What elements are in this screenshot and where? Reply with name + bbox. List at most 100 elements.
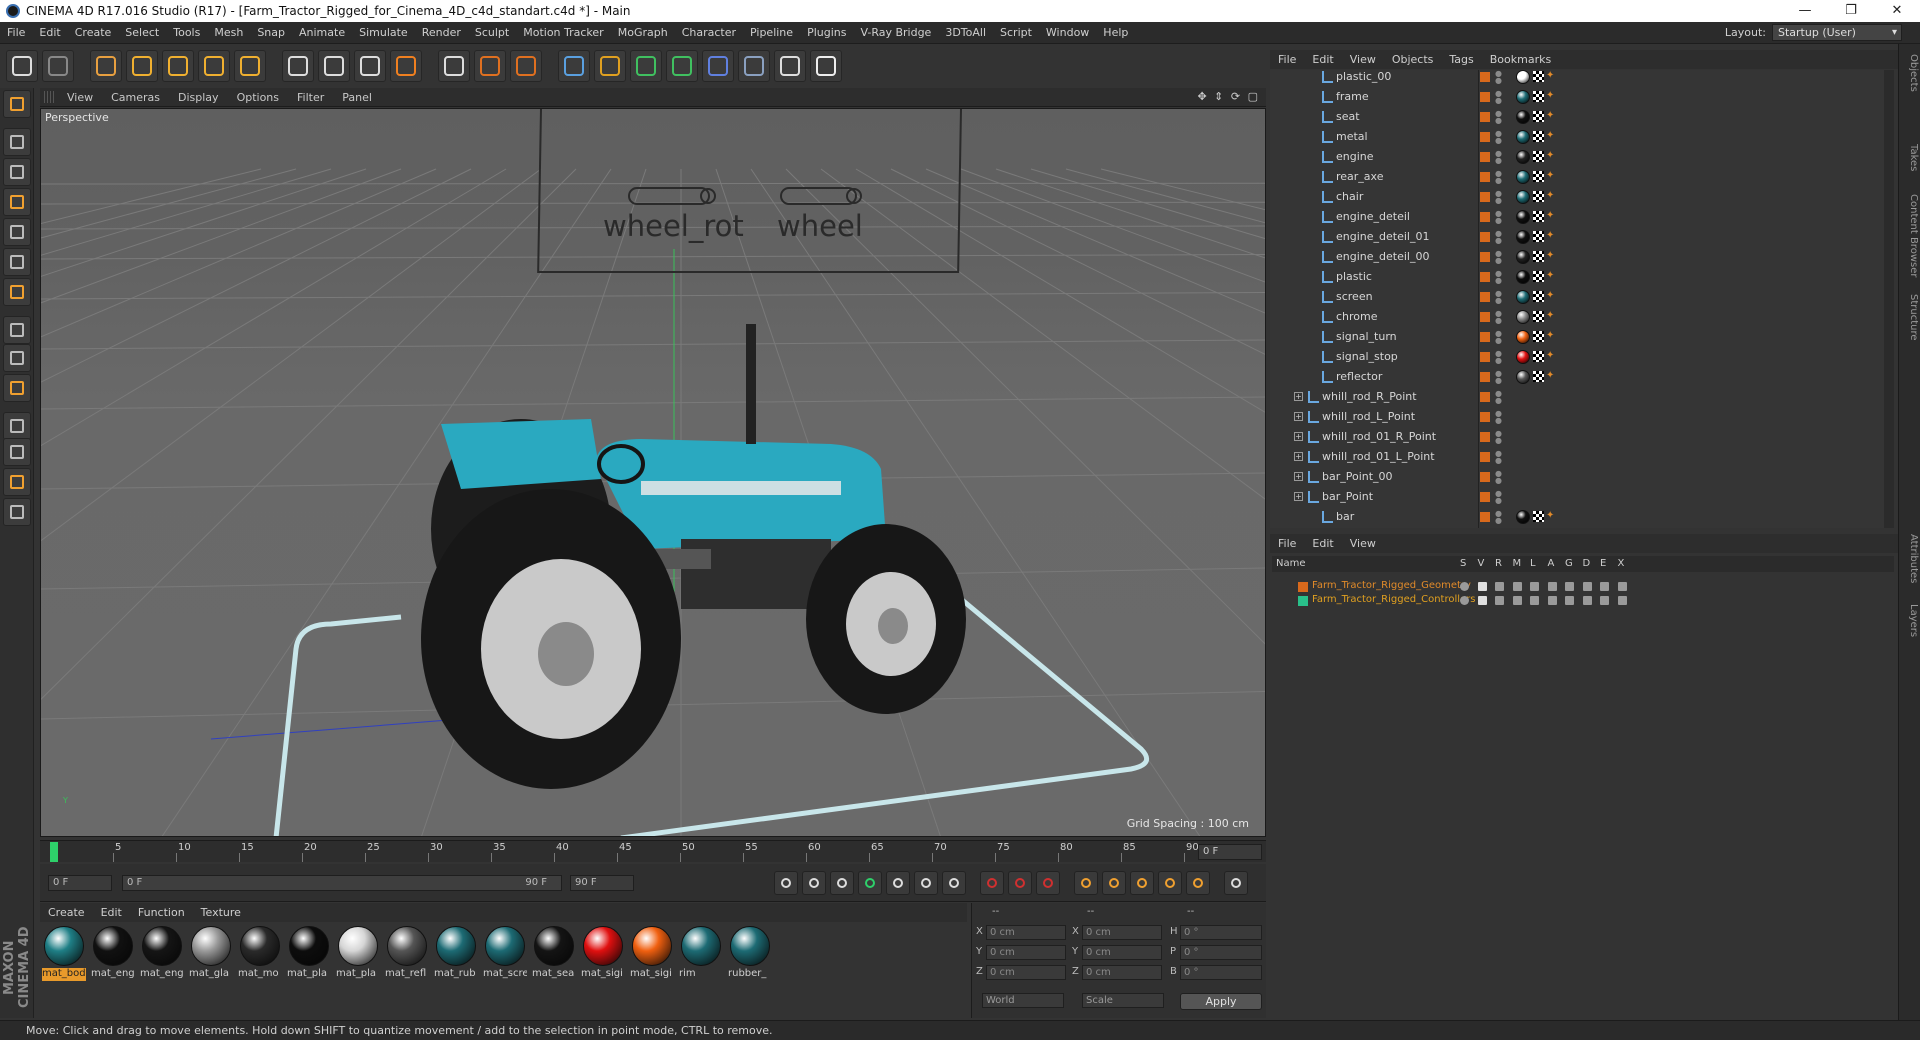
- visibility-dots-icon[interactable]: ● ●: [1495, 270, 1502, 285]
- object-manager-list[interactable]: plastic_00 ● ● ✦ frame ● ● ✦ seat ● ● ✦ metal ● ● ✦…: [1270, 70, 1884, 528]
- visibility-dots-icon[interactable]: ● ●: [1495, 150, 1502, 165]
- timeline-window-button[interactable]: [1224, 871, 1248, 895]
- layer-flag-icon[interactable]: [1460, 596, 1469, 605]
- close-button[interactable]: ✕: [1874, 0, 1920, 22]
- phong-tag-icon[interactable]: ✦: [1546, 250, 1556, 262]
- object-menu-bookmarks[interactable]: Bookmarks: [1482, 53, 1559, 66]
- visibility-dots-icon[interactable]: ● ●: [1495, 450, 1502, 465]
- object-row[interactable]: + bar_Point_00 ● ●: [1270, 467, 1884, 487]
- layer-color-swatch[interactable]: [1480, 492, 1490, 502]
- layer-flag-icon[interactable]: [1582, 596, 1592, 605]
- visibility-dots-icon[interactable]: ● ●: [1495, 290, 1502, 305]
- layer-color-swatch[interactable]: [1480, 252, 1490, 262]
- phong-tag-icon[interactable]: ✦: [1546, 150, 1556, 162]
- material-swatch[interactable]: mat_pla: [336, 926, 380, 986]
- texture-tag-icon[interactable]: [1533, 171, 1544, 182]
- scale-button[interactable]: [162, 50, 194, 82]
- python-button[interactable]: [3, 498, 31, 526]
- expand-toggle-icon[interactable]: +: [1294, 412, 1303, 421]
- material-menu-create[interactable]: Create: [40, 906, 93, 919]
- go-to-end-button[interactable]: [942, 871, 966, 895]
- phong-tag-icon[interactable]: ✦: [1546, 270, 1556, 282]
- panel-grip[interactable]: [44, 91, 54, 103]
- texture-tag-icon[interactable]: [1533, 131, 1544, 142]
- make-editable-button[interactable]: [3, 90, 31, 118]
- material-swatch[interactable]: mat_sea: [532, 926, 576, 986]
- visibility-dots-icon[interactable]: ● ●: [1495, 390, 1502, 405]
- visibility-dots-icon[interactable]: ● ●: [1495, 190, 1502, 205]
- object-row[interactable]: screen ● ● ✦: [1270, 287, 1884, 307]
- object-row[interactable]: metal ● ● ✦: [1270, 127, 1884, 147]
- menu-file[interactable]: File: [0, 22, 32, 44]
- visibility-dots-icon[interactable]: ● ●: [1495, 430, 1502, 445]
- size-mode-select[interactable]: Scale: [1082, 993, 1164, 1008]
- deformer-button[interactable]: [702, 50, 734, 82]
- object-row[interactable]: + whill_rod_L_Point ● ●: [1270, 407, 1884, 427]
- material-tag-icon[interactable]: [1516, 510, 1530, 524]
- object-scrollbar[interactable]: [1884, 70, 1894, 528]
- object-row[interactable]: engine_deteil_01 ● ● ✦: [1270, 227, 1884, 247]
- viewport-menu-options[interactable]: Options: [228, 91, 288, 104]
- column-divider[interactable]: [1478, 70, 1479, 528]
- menu-mograph[interactable]: MoGraph: [611, 22, 675, 44]
- material-swatch[interactable]: rubber_: [728, 926, 772, 986]
- layer-color-swatch[interactable]: [1480, 432, 1490, 442]
- start-frame-field[interactable]: 0 F: [48, 875, 112, 891]
- coord-value-field[interactable]: 0 °: [1180, 925, 1262, 940]
- layer-flag-icon[interactable]: [1600, 596, 1609, 605]
- layer-color-swatch[interactable]: [1480, 312, 1490, 322]
- layer-column-d[interactable]: D: [1583, 558, 1591, 569]
- visibility-dots-icon[interactable]: ● ●: [1495, 470, 1502, 485]
- coord-value-field[interactable]: 0 cm: [1082, 925, 1162, 940]
- timeline-ruler[interactable]: 051015202530354045505560657075808590 0 F: [40, 840, 1266, 862]
- material-tag-icon[interactable]: [1516, 170, 1530, 184]
- layer-color-swatch[interactable]: [1480, 472, 1490, 482]
- playhead[interactable]: [50, 842, 58, 862]
- snap-button[interactable]: [3, 374, 31, 402]
- layer-color-swatch[interactable]: [1298, 596, 1308, 606]
- phong-tag-icon[interactable]: ✦: [1546, 90, 1556, 102]
- render-settings-button[interactable]: [510, 50, 542, 82]
- minimize-button[interactable]: —: [1782, 0, 1828, 22]
- viewport-menu-filter[interactable]: Filter: [288, 91, 333, 104]
- object-row[interactable]: rear_axe ● ● ✦: [1270, 167, 1884, 187]
- layer-color-swatch[interactable]: [1298, 582, 1308, 592]
- viewport-menu-cameras[interactable]: Cameras: [102, 91, 169, 104]
- layer-color-swatch[interactable]: [1480, 132, 1490, 142]
- phong-tag-icon[interactable]: ✦: [1546, 350, 1556, 362]
- material-tag-icon[interactable]: [1516, 270, 1530, 284]
- menu-simulate[interactable]: Simulate: [352, 22, 415, 44]
- viewport-menu-display[interactable]: Display: [169, 91, 228, 104]
- expand-toggle-icon[interactable]: +: [1294, 452, 1303, 461]
- material-swatch[interactable]: mat_sigi: [581, 926, 625, 986]
- world-coord-button[interactable]: [390, 50, 422, 82]
- tweak-mode-button[interactable]: [3, 344, 31, 372]
- frame-ruler[interactable]: 051015202530354045505560657075808590: [50, 841, 1199, 863]
- material-tag-icon[interactable]: [1516, 230, 1530, 244]
- viewport-nav-controls[interactable]: ✥ ⇕ ⟳ ▢: [1197, 90, 1260, 103]
- menu-character[interactable]: Character: [675, 22, 743, 44]
- material-tag-icon[interactable]: [1516, 90, 1530, 104]
- object-menu-file[interactable]: File: [1270, 53, 1304, 66]
- model-mode-button[interactable]: [3, 128, 31, 156]
- edges-mode-button[interactable]: [3, 248, 31, 276]
- manager-tab[interactable]: Structure: [1901, 294, 1919, 341]
- next-frame-button[interactable]: [886, 871, 910, 895]
- texture-tag-icon[interactable]: [1533, 111, 1544, 122]
- layer-color-swatch[interactable]: [1480, 172, 1490, 182]
- visibility-dots-icon[interactable]: ● ●: [1495, 370, 1502, 385]
- phong-tag-icon[interactable]: ✦: [1546, 230, 1556, 242]
- menu-v-ray-bridge[interactable]: V-Ray Bridge: [853, 22, 938, 44]
- layer-column-g[interactable]: G: [1565, 558, 1573, 569]
- coord-system-select[interactable]: World: [982, 993, 1064, 1008]
- layer-column-m[interactable]: M: [1513, 558, 1522, 569]
- texture-tag-icon[interactable]: [1533, 231, 1544, 242]
- visibility-dots-icon[interactable]: ● ●: [1495, 170, 1502, 185]
- object-row[interactable]: chair ● ● ✦: [1270, 187, 1884, 207]
- texture-tag-icon[interactable]: [1533, 511, 1544, 522]
- key-pla-button[interactable]: [1186, 871, 1210, 895]
- record-keys-button[interactable]: [980, 871, 1004, 895]
- phong-tag-icon[interactable]: ✦: [1546, 190, 1556, 202]
- layer-column-v[interactable]: V: [1478, 558, 1485, 569]
- texture-tag-icon[interactable]: [1533, 251, 1544, 262]
